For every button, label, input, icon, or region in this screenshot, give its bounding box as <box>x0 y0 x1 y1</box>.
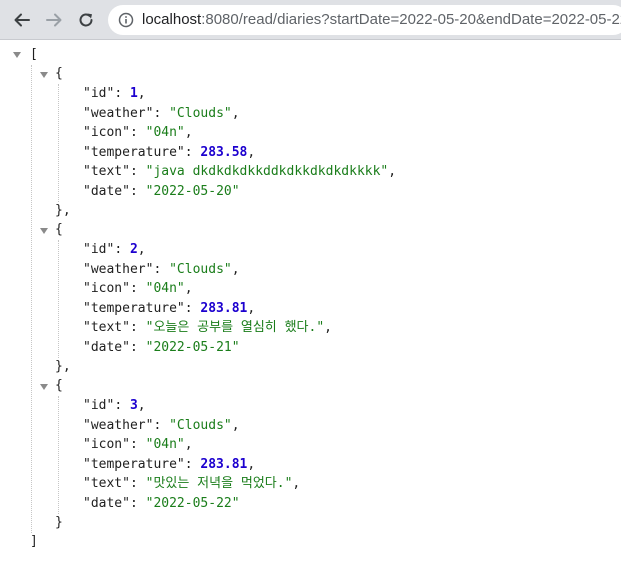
info-icon[interactable] <box>118 12 134 28</box>
reload-button[interactable] <box>72 6 100 34</box>
indent-guide <box>58 240 59 358</box>
record-1-temperature: "temperature": 283.58, <box>83 145 256 160</box>
record-3-icon: "icon": "04n", <box>83 437 193 452</box>
collapse-toggle-record-2[interactable] <box>40 228 48 234</box>
indent-guide <box>58 396 59 514</box>
collapse-toggle-root[interactable] <box>13 52 21 58</box>
indent-guide <box>58 84 59 202</box>
record-2-text: "text": "오늘은 공부를 열심히 했다.", <box>83 320 332 335</box>
record-2-weather: "weather": "Clouds", <box>83 262 240 277</box>
reload-icon <box>79 13 93 27</box>
browser-toolbar: localhost:8080/read/diaries?startDate=20… <box>0 0 621 40</box>
record-3-text: "text": "맛있는 저녁을 먹었다.", <box>83 476 301 491</box>
record-2-id: "id": 2, <box>83 242 146 257</box>
indent-guide <box>31 65 32 533</box>
forward-button[interactable] <box>40 6 68 34</box>
record-1-weather: "weather": "Clouds", <box>83 106 240 121</box>
record-1-icon: "icon": "04n", <box>83 125 193 140</box>
url-text[interactable]: localhost:8080/read/diaries?startDate=20… <box>142 5 621 35</box>
arrow-left-icon <box>14 13 30 27</box>
record-3-close: } <box>55 515 63 530</box>
json-viewer: [ { "id": 1, "weather": "Clouds", "icon"… <box>0 40 621 579</box>
record-1-text: "text": "java dkdkdkdkkddkdkkdkdkdkkkk", <box>83 164 397 179</box>
collapse-toggle-record-1[interactable] <box>40 72 48 78</box>
record-2-temperature: "temperature": 283.81, <box>83 301 256 316</box>
record-3-weather: "weather": "Clouds", <box>83 418 240 433</box>
record-3-open: { <box>55 378 63 393</box>
back-button[interactable] <box>8 6 36 34</box>
record-3-id: "id": 3, <box>83 398 146 413</box>
record-1-date: "date": "2022-05-20" <box>83 184 240 199</box>
collapse-toggle-record-3[interactable] <box>40 384 48 390</box>
record-2-icon: "icon": "04n", <box>83 281 193 296</box>
record-2-open: { <box>55 222 63 237</box>
url-path: :8080/read/diaries?startDate=2022-05-20&… <box>201 11 621 28</box>
open-bracket: [ <box>30 47 38 62</box>
record-3-date: "date": "2022-05-22" <box>83 496 240 511</box>
record-2-date: "date": "2022-05-21" <box>83 340 240 355</box>
record-1-open: { <box>55 66 63 81</box>
arrow-right-icon <box>46 13 62 27</box>
record-1-close: }, <box>55 203 71 218</box>
record-3-temperature: "temperature": 283.81, <box>83 457 256 472</box>
record-2-close: }, <box>55 359 71 374</box>
address-bar[interactable]: localhost:8080/read/diaries?startDate=20… <box>108 5 621 35</box>
record-1-id: "id": 1, <box>83 86 146 101</box>
close-bracket: ] <box>30 534 38 549</box>
url-host: localhost <box>142 11 202 28</box>
